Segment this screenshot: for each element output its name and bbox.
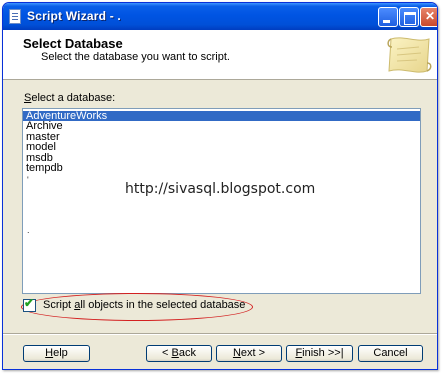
select-database-label: Select a database: <box>24 92 116 104</box>
footer-divider <box>3 333 437 335</box>
script-wizard-window: Script Wizard - . ✕ Select Database Sele… <box>2 2 438 370</box>
list-item[interactable]: AdventureWorks <box>23 110 420 122</box>
next-button[interactable]: Next > <box>216 345 282 362</box>
window-title: Script Wizard - . <box>27 9 121 23</box>
stray-mark: . <box>27 225 30 235</box>
checkmark-icon: ✔ <box>24 296 35 310</box>
script-all-objects-label[interactable]: Script all objects in the selected datab… <box>43 299 245 311</box>
script-all-objects-checkbox[interactable]: ✔ <box>23 296 36 312</box>
document-icon <box>9 9 21 24</box>
minimize-button[interactable] <box>378 7 398 27</box>
page-subtitle: Select the database you want to script. <box>41 51 230 63</box>
page-title: Select Database <box>23 36 123 51</box>
close-button[interactable]: ✕ <box>420 7 437 27</box>
list-item[interactable]: master <box>23 131 420 142</box>
database-listbox[interactable]: AdventureWorks Archive master model msdb… <box>22 108 421 294</box>
back-button[interactable]: < Back <box>146 345 212 362</box>
stray-mark: ' <box>27 175 29 185</box>
title-bar[interactable]: Script Wizard - . ✕ <box>3 3 437 30</box>
help-button[interactable]: Help <box>23 345 90 362</box>
scroll-icon <box>387 37 432 73</box>
finish-button[interactable]: Finish >>| <box>286 345 353 362</box>
list-item[interactable]: msdb <box>23 152 420 163</box>
wizard-header: Select Database Select the database you … <box>3 30 437 80</box>
list-item[interactable]: tempdb <box>23 162 420 173</box>
list-item[interactable]: Archive <box>23 121 420 132</box>
cancel-button[interactable]: Cancel <box>358 345 423 362</box>
watermark-url: http://sivasql.blogspot.com <box>125 181 316 197</box>
list-item[interactable]: model <box>23 141 420 152</box>
maximize-button[interactable] <box>399 7 419 27</box>
